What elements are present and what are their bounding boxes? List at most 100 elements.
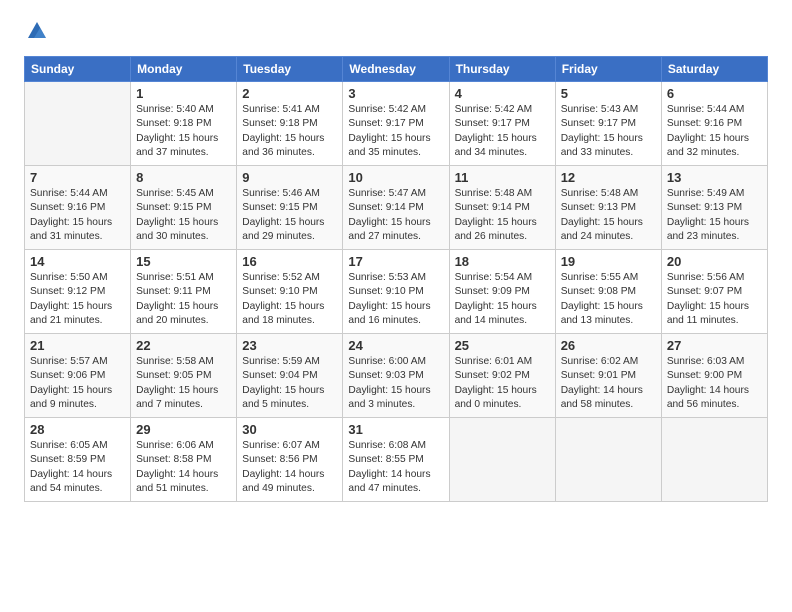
day-info: Sunrise: 6:03 AMSunset: 9:00 PMDaylight:… bbox=[667, 355, 762, 412]
calendar-cell: 26Sunrise: 6:02 AMSunset: 9:01 PMDayligh… bbox=[555, 334, 661, 418]
calendar-cell bbox=[555, 418, 661, 502]
day-number: 23 bbox=[242, 338, 337, 353]
calendar-cell: 31 Sunrise: 6:08 AMSunset: 8:55 PMDayligh… bbox=[343, 418, 449, 502]
calendar-cell: 24Sunrise: 6:00 AMSunset: 9:03 PMDayligh… bbox=[343, 334, 449, 418]
day-number: 25 bbox=[455, 338, 550, 353]
weekday-header-tuesday: Tuesday bbox=[237, 57, 343, 82]
day-info: Sunrise: 5:52 AMSunset: 9:10 PMDaylight:… bbox=[242, 271, 337, 328]
calendar-cell: 29Sunrise: 6:06 AMSunset: 8:58 PMDayligh… bbox=[131, 418, 237, 502]
calendar-cell: 28 Sunrise: 6:05 AMSunset: 8:59 PMDayligh… bbox=[25, 418, 131, 502]
day-number: 15 bbox=[136, 254, 231, 269]
day-number: 24 bbox=[348, 338, 443, 353]
day-info: Sunrise: 5:48 AMSunset: 9:13 PMDaylight:… bbox=[561, 187, 656, 244]
weekday-header-row: SundayMondayTuesdayWednesdayThursdayFrid… bbox=[25, 57, 768, 82]
day-info: Sunrise: 5:58 AMSunset: 9:05 PMDaylight:… bbox=[136, 355, 231, 412]
weekday-header-saturday: Saturday bbox=[661, 57, 767, 82]
calendar-cell: 5 Sunrise: 5:43 AMSunset: 9:17 PMDaylight… bbox=[555, 82, 661, 166]
weekday-header-monday: Monday bbox=[131, 57, 237, 82]
day-number: 3 bbox=[348, 86, 443, 101]
calendar-cell: 19 Sunrise: 5:55 AMSunset: 9:08 PMDayligh… bbox=[555, 250, 661, 334]
day-number: 13 bbox=[667, 170, 762, 185]
day-info: Sunrise: 5:49 AMSunset: 9:13 PMDaylight:… bbox=[667, 187, 762, 244]
calendar-cell: 1 Sunrise: 5:40 AMSunset: 9:18 PMDaylight… bbox=[131, 82, 237, 166]
calendar-cell: 17Sunrise: 5:53 AMSunset: 9:10 PMDayligh… bbox=[343, 250, 449, 334]
day-number: 22 bbox=[136, 338, 231, 353]
day-info: Sunrise: 5:42 AMSunset: 9:17 PMDaylight:… bbox=[455, 103, 550, 160]
day-number: 21 bbox=[30, 338, 125, 353]
calendar-cell: 3Sunrise: 5:42 AMSunset: 9:17 PMDaylight… bbox=[343, 82, 449, 166]
weekday-header-thursday: Thursday bbox=[449, 57, 555, 82]
calendar-cell: 15 Sunrise: 5:51 AMSunset: 9:11 PMDayligh… bbox=[131, 250, 237, 334]
calendar-cell: 22 Sunrise: 5:58 AMSunset: 9:05 PMDayligh… bbox=[131, 334, 237, 418]
day-number: 5 bbox=[561, 86, 656, 101]
day-number: 11 bbox=[455, 170, 550, 185]
day-number: 14 bbox=[30, 254, 125, 269]
day-info: Sunrise: 6:01 AMSunset: 9:02 PMDaylight:… bbox=[455, 355, 550, 412]
calendar-cell: 2Sunrise: 5:41 AMSunset: 9:18 PMDaylight… bbox=[237, 82, 343, 166]
calendar-cell: 23 Sunrise: 5:59 AMSunset: 9:04 PMDayligh… bbox=[237, 334, 343, 418]
day-info: Sunrise: 5:51 AMSunset: 9:11 PMDaylight:… bbox=[136, 271, 231, 328]
day-info: Sunrise: 5:48 AMSunset: 9:14 PMDaylight:… bbox=[455, 187, 550, 244]
calendar-cell: 27 Sunrise: 6:03 AMSunset: 9:00 PMDayligh… bbox=[661, 334, 767, 418]
day-number: 19 bbox=[561, 254, 656, 269]
day-info: Sunrise: 5:57 AMSunset: 9:06 PMDaylight:… bbox=[30, 355, 125, 412]
day-info: Sunrise: 5:53 AMSunset: 9:10 PMDaylight:… bbox=[348, 271, 443, 328]
day-number: 7 bbox=[30, 170, 125, 185]
calendar-cell bbox=[25, 82, 131, 166]
day-info: Sunrise: 6:08 AMSunset: 8:55 PMDaylight:… bbox=[348, 439, 443, 496]
calendar: SundayMondayTuesdayWednesdayThursdayFrid… bbox=[24, 56, 768, 502]
day-info: Sunrise: 5:54 AMSunset: 9:09 PMDaylight:… bbox=[455, 271, 550, 328]
calendar-cell: 30 Sunrise: 6:07 AMSunset: 8:56 PMDayligh… bbox=[237, 418, 343, 502]
day-number: 31 bbox=[348, 422, 443, 437]
day-number: 28 bbox=[30, 422, 125, 437]
calendar-cell bbox=[449, 418, 555, 502]
calendar-cell: 12 Sunrise: 5:48 AMSunset: 9:13 PMDayligh… bbox=[555, 166, 661, 250]
day-info: Sunrise: 5:47 AMSunset: 9:14 PMDaylight:… bbox=[348, 187, 443, 244]
day-number: 16 bbox=[242, 254, 337, 269]
calendar-cell: 6Sunrise: 5:44 AMSunset: 9:16 PMDaylight… bbox=[661, 82, 767, 166]
week-row-3: 14Sunrise: 5:50 AMSunset: 9:12 PMDayligh… bbox=[25, 250, 768, 334]
week-row-4: 21 Sunrise: 5:57 AMSunset: 9:06 PMDayligh… bbox=[25, 334, 768, 418]
calendar-cell: 21 Sunrise: 5:57 AMSunset: 9:06 PMDayligh… bbox=[25, 334, 131, 418]
day-number: 1 bbox=[136, 86, 231, 101]
day-info: Sunrise: 6:05 AMSunset: 8:59 PMDaylight:… bbox=[30, 439, 125, 496]
day-number: 9 bbox=[242, 170, 337, 185]
calendar-cell: 20 Sunrise: 5:56 AMSunset: 9:07 PMDayligh… bbox=[661, 250, 767, 334]
day-info: Sunrise: 5:44 AMSunset: 9:16 PMDaylight:… bbox=[30, 187, 125, 244]
day-info: Sunrise: 5:43 AMSunset: 9:17 PMDaylight:… bbox=[561, 103, 656, 160]
weekday-header-friday: Friday bbox=[555, 57, 661, 82]
day-info: Sunrise: 5:59 AMSunset: 9:04 PMDaylight:… bbox=[242, 355, 337, 412]
logo bbox=[24, 20, 48, 42]
calendar-cell: 9Sunrise: 5:46 AMSunset: 9:15 PMDaylight… bbox=[237, 166, 343, 250]
day-number: 27 bbox=[667, 338, 762, 353]
header bbox=[24, 20, 768, 42]
calendar-cell: 4 Sunrise: 5:42 AMSunset: 9:17 PMDaylight… bbox=[449, 82, 555, 166]
day-number: 12 bbox=[561, 170, 656, 185]
day-info: Sunrise: 5:56 AMSunset: 9:07 PMDaylight:… bbox=[667, 271, 762, 328]
day-info: Sunrise: 5:45 AMSunset: 9:15 PMDaylight:… bbox=[136, 187, 231, 244]
day-info: Sunrise: 5:55 AMSunset: 9:08 PMDaylight:… bbox=[561, 271, 656, 328]
weekday-header-sunday: Sunday bbox=[25, 57, 131, 82]
day-info: Sunrise: 5:44 AMSunset: 9:16 PMDaylight:… bbox=[667, 103, 762, 160]
day-number: 10 bbox=[348, 170, 443, 185]
calendar-cell: 25 Sunrise: 6:01 AMSunset: 9:02 PMDayligh… bbox=[449, 334, 555, 418]
day-info: Sunrise: 6:02 AMSunset: 9:01 PMDaylight:… bbox=[561, 355, 656, 412]
week-row-2: 7 Sunrise: 5:44 AMSunset: 9:16 PMDaylight… bbox=[25, 166, 768, 250]
logo-icon bbox=[26, 20, 48, 42]
day-number: 4 bbox=[455, 86, 550, 101]
calendar-cell: 7 Sunrise: 5:44 AMSunset: 9:16 PMDaylight… bbox=[25, 166, 131, 250]
calendar-cell: 13 Sunrise: 5:49 AMSunset: 9:13 PMDayligh… bbox=[661, 166, 767, 250]
weekday-header-wednesday: Wednesday bbox=[343, 57, 449, 82]
page: SundayMondayTuesdayWednesdayThursdayFrid… bbox=[0, 0, 792, 518]
day-number: 18 bbox=[455, 254, 550, 269]
day-number: 20 bbox=[667, 254, 762, 269]
day-number: 30 bbox=[242, 422, 337, 437]
day-info: Sunrise: 6:07 AMSunset: 8:56 PMDaylight:… bbox=[242, 439, 337, 496]
day-number: 8 bbox=[136, 170, 231, 185]
day-info: Sunrise: 5:40 AMSunset: 9:18 PMDaylight:… bbox=[136, 103, 231, 160]
calendar-cell bbox=[661, 418, 767, 502]
calendar-cell: 18 Sunrise: 5:54 AMSunset: 9:09 PMDayligh… bbox=[449, 250, 555, 334]
calendar-cell: 10 Sunrise: 5:47 AMSunset: 9:14 PMDayligh… bbox=[343, 166, 449, 250]
week-row-5: 28 Sunrise: 6:05 AMSunset: 8:59 PMDayligh… bbox=[25, 418, 768, 502]
calendar-cell: 11 Sunrise: 5:48 AMSunset: 9:14 PMDayligh… bbox=[449, 166, 555, 250]
